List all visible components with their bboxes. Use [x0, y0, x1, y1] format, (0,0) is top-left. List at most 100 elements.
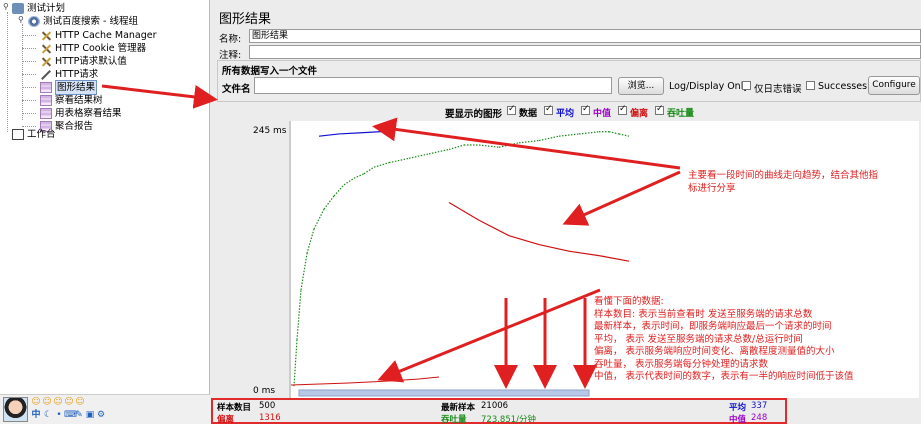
tree-node-graph-results[interactable]: 图形结果: [40, 80, 98, 95]
emoji-icon[interactable]: ☺: [75, 397, 85, 407]
series-segment: [358, 131, 380, 134]
tree-guide-line: [22, 100, 36, 101]
tree-guide-line: [7, 12, 8, 132]
tree-node-http-cookie-manager[interactable]: HTTP Cookie 管理器: [40, 42, 146, 55]
expand-toggle-icon[interactable]: ⚲: [3, 2, 9, 11]
ime-status-bar: ☺ ☺ ☺ ☺ ☺ 中 ☾ • ⌨ ✎ ▣ ⚙: [0, 394, 210, 424]
errors-only-label: 仅日志错误: [754, 84, 802, 95]
sampler-icon: [40, 69, 52, 80]
emoji-icon[interactable]: ☺: [64, 397, 74, 407]
annotation-line: 吞吐量， 表示服务端每分钟处理的请求数: [594, 358, 769, 370]
series-segment: [313, 208, 325, 230]
data-explanation-annotation: 看懂下面的数据: 样本数目: 表示当前查看时 发送至服务端的请求总数 最新样本，…: [594, 296, 854, 384]
throughput-option-label: 吞吐量: [667, 109, 695, 119]
filename-input[interactable]: [254, 77, 612, 94]
chinese-mode-icon[interactable]: 中: [31, 410, 41, 420]
avatar: [3, 397, 28, 422]
series-segment: [478, 144, 500, 148]
test-plan-tree[interactable]: ⚲ 测试计划 ⚲ 测试百度搜索 - 线程组 HTTP Cache Manager…: [0, 0, 210, 424]
series-segment: [448, 202, 480, 221]
tree-node-label: 聚合报告: [55, 121, 94, 132]
series-segment: [388, 157, 410, 164]
tree-guide-line: [22, 61, 36, 62]
average-value: 337: [751, 401, 768, 411]
tree-guide-line: [22, 48, 36, 49]
punctuation-icon[interactable]: •: [54, 410, 64, 420]
data-option-label: 数据: [519, 109, 538, 119]
series-segment: [538, 243, 570, 252]
keyboard-icon[interactable]: ⌨: [64, 410, 77, 420]
tree-node-view-results-tree[interactable]: 察看结果树: [40, 94, 103, 107]
series-segment: [558, 133, 580, 137]
annotation-line: 平均， 表示 发送至服务端的请求总数/总运行时间: [594, 333, 803, 345]
series-segment: [338, 132, 360, 135]
comment-label: 注释:: [219, 50, 242, 61]
graphs-to-display-label: 要显示的图形: [445, 109, 503, 120]
series-segment: [448, 144, 465, 151]
series-segment: [498, 142, 520, 148]
series-segment: [306, 228, 315, 254]
deviation-value: 1316: [259, 413, 281, 423]
tree-node-http-request-defaults[interactable]: HTTP请求默认值: [40, 55, 127, 68]
tree-node-thread-group[interactable]: 测试百度搜索 - 线程组: [28, 15, 138, 28]
tree-node-test-plan[interactable]: 测试计划: [12, 2, 65, 15]
thread-group-icon: [28, 16, 40, 27]
y-axis-min-label: 0 ms: [253, 386, 276, 396]
series-segment: [538, 135, 560, 142]
statistics-bar: 样本数目 500 最新样本 21006 平均 337 偏离 1316 吞吐量 7…: [211, 398, 787, 424]
emoji-icon[interactable]: ☺: [31, 397, 41, 407]
series-segment: [296, 289, 302, 340]
annotation-line: 中值， 表示代表时间的数字，表示有一半的响应时间低于该值: [594, 371, 854, 382]
tree-node-label: 测试百度搜索 - 线程组: [43, 16, 138, 27]
series-segment: [363, 166, 375, 175]
listener-icon: [40, 95, 52, 106]
emoji-icon[interactable]: ☺: [42, 397, 52, 407]
moon-icon[interactable]: ☾: [43, 410, 53, 420]
median-checkbox[interactable]: [581, 104, 590, 115]
average-checkbox[interactable]: [544, 104, 553, 115]
name-input[interactable]: 图形结果: [249, 29, 921, 43]
test-plan-icon: [12, 3, 24, 14]
tree-node-view-results-table[interactable]: 用表格察看结果: [40, 107, 122, 120]
average-option-label: 平均: [556, 109, 575, 119]
average-label: 平均: [729, 403, 747, 413]
page-title: 图形结果: [219, 12, 272, 27]
successes-checkbox[interactable]: [806, 81, 815, 90]
tree-node-http-cache-manager[interactable]: HTTP Cache Manager: [40, 29, 157, 42]
series-segment: [578, 131, 600, 135]
config-element-icon: [40, 56, 52, 67]
tree-node-label: HTTP Cache Manager: [55, 30, 157, 41]
series-segment: [408, 153, 430, 159]
log-display-label: Log/Display Only:: [669, 81, 752, 92]
throughput-value: 723.851/分钟: [481, 415, 537, 424]
configure-button[interactable]: Configure: [868, 76, 920, 95]
tree-guide-line: [22, 87, 36, 88]
deviation-baseline-mark: [290, 376, 440, 386]
tree-node-workbench[interactable]: 工作台: [12, 128, 56, 141]
comment-input[interactable]: [249, 45, 921, 59]
settings-icon[interactable]: ⚙: [96, 410, 106, 420]
wrench-icon[interactable]: ✎: [74, 410, 84, 420]
config-element-icon: [40, 30, 52, 41]
deviation-label: 偏离: [217, 415, 235, 424]
skin-icon[interactable]: ▣: [85, 410, 95, 420]
series-segment: [608, 131, 620, 135]
emoji-icon[interactable]: ☺: [53, 397, 63, 407]
horizontal-scrollbar[interactable]: [298, 389, 590, 397]
errors-only-checkbox[interactable]: [742, 81, 751, 90]
tree-guide-line: [22, 126, 36, 127]
annotation-line: 最新样本，表示时间，即服务端响应最后一个请求的时间: [594, 321, 832, 332]
tree-node-label: 用表格察看结果: [55, 108, 122, 119]
throughput-checkbox[interactable]: [655, 104, 664, 115]
data-checkbox[interactable]: [507, 104, 516, 115]
deviation-checkbox[interactable]: [618, 104, 627, 115]
series-segment: [568, 250, 600, 257]
browse-button[interactable]: 浏览...: [618, 77, 664, 95]
workbench-icon: [12, 129, 24, 140]
expand-toggle-icon[interactable]: ⚲: [18, 15, 24, 24]
tree-node-label: HTTP Cookie 管理器: [55, 43, 147, 54]
deviation-option-label: 偏离: [630, 109, 649, 119]
series-segment: [318, 133, 340, 137]
series-segment: [373, 162, 390, 168]
y-axis-max-label: 245 ms: [253, 126, 287, 136]
